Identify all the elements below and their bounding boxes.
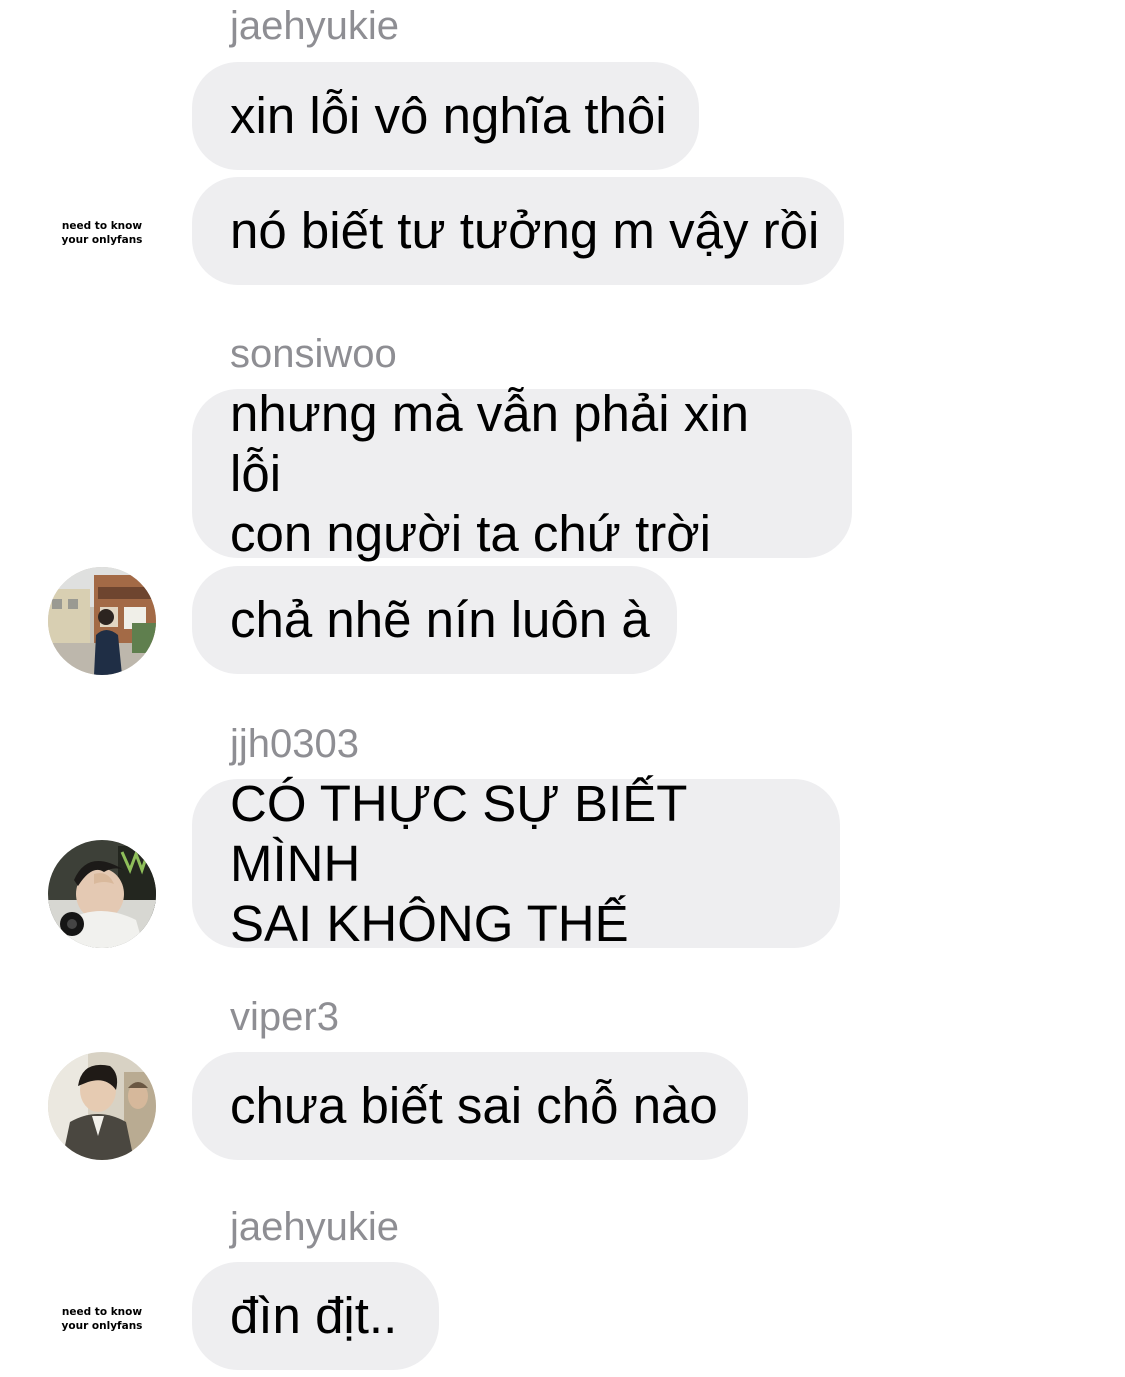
message-bubble[interactable]: CÓ THỰC SỰ BIẾT MÌNH SAI KHÔNG THẾ	[192, 775, 840, 952]
user-avatar[interactable]	[48, 840, 156, 948]
sender-name: jaehyukie	[230, 4, 400, 48]
message-bubble[interactable]: nhưng mà vẫn phải xin lỗi con người ta c…	[192, 385, 852, 562]
photo-avatar-headphones-icon	[48, 840, 156, 948]
message-text: nó biết tư tưởng m vậy rồi	[230, 202, 820, 259]
user-avatar[interactable]	[48, 1052, 156, 1160]
photo-avatar-street-icon	[48, 567, 156, 675]
message-text: chưa biết sai chỗ nào	[230, 1077, 718, 1134]
photo-avatar-suit-icon	[48, 1052, 156, 1160]
message-text: nhưng mà vẫn phải xin lỗi con người ta c…	[230, 384, 749, 562]
message-text: chả nhẽ nín luôn à	[230, 591, 650, 648]
message-bubble[interactable]: xin lỗi vô nghĩa thôi	[192, 62, 699, 170]
sender-name: jjh0303	[230, 722, 360, 766]
message-bubble[interactable]: nó biết tư tưởng m vậy rồi	[192, 177, 844, 285]
message-bubble[interactable]: chưa biết sai chỗ nào	[192, 1052, 748, 1160]
message-bubble[interactable]: chả nhẽ nín luôn à	[192, 566, 677, 674]
message-text: xin lỗi vô nghĩa thôi	[230, 87, 667, 144]
sender-name: viper3	[230, 995, 339, 1039]
user-avatar[interactable]: need to know your onlyfans	[50, 219, 154, 247]
sender-name: sonsiwoo	[230, 332, 397, 376]
message-text: CÓ THỰC SỰ BIẾT MÌNH SAI KHÔNG THẾ	[230, 774, 687, 952]
sender-name: jaehyukie	[230, 1205, 400, 1249]
message-bubble[interactable]: đìn địt..	[192, 1262, 439, 1370]
message-text: đìn địt..	[230, 1287, 398, 1344]
user-avatar[interactable]: need to know your onlyfans	[50, 1305, 154, 1333]
user-avatar[interactable]	[48, 567, 156, 675]
